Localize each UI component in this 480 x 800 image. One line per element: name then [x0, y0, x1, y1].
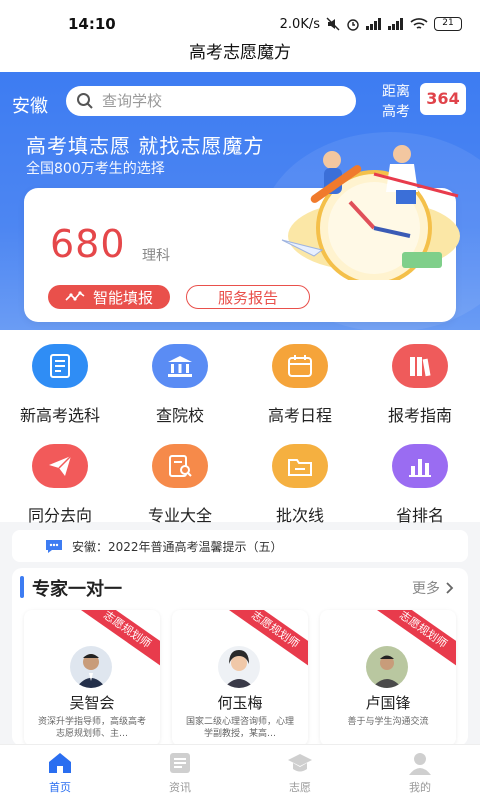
search-icon [77, 93, 93, 109]
expert-desc: 善于与学生沟通交流 [347, 717, 429, 727]
grid-label: 新高考选科 [19, 406, 100, 425]
mute-icon [326, 17, 340, 31]
battery-icon: 21 [434, 17, 462, 31]
expert-card[interactable]: 志愿规划师 吴智会 资深升学指导师，高级高考志愿规划师、主… [24, 610, 160, 746]
graduation-cap-icon [288, 754, 312, 772]
alarm-icon [347, 19, 359, 31]
grid-label: 查院校 [155, 406, 204, 425]
experts-title: 专家一对一 [32, 579, 122, 600]
students-clock-illustration [281, 145, 460, 280]
avatar [218, 646, 260, 688]
grid-item-application-guide[interactable]: 报考指南 [360, 344, 480, 426]
service-report-button[interactable]: 服务报告 [186, 285, 310, 309]
score-subject[interactable]: 理科 [142, 245, 170, 265]
news-icon [170, 753, 190, 773]
experts-section: 专家一对一 更多 志愿规划师 吴智会 资深升学指导师，高级高考志愿规划师、主… … [12, 568, 468, 746]
status-time: 14:10 [68, 15, 116, 33]
smart-fill-button[interactable]: 智能填报 [48, 285, 170, 309]
document-icon [32, 344, 88, 388]
expert-name: 吴智会 [69, 694, 115, 712]
grid-label: 高考日程 [267, 406, 332, 425]
expert-card[interactable]: 志愿规划师 何玉梅 国家二级心理咨询师，心理学副教授，某高… [172, 610, 308, 746]
region-selector[interactable]: 安徽 [12, 92, 48, 118]
calendar-icon [272, 344, 328, 388]
hero-slogan: 高考填志愿 就找志愿魔方 [26, 134, 265, 158]
tab-label: 志愿 [289, 781, 311, 794]
folder-icon [272, 444, 328, 488]
signal-icon [366, 18, 381, 30]
bottom-tab-bar: 首页 资讯 志愿 我的 [0, 744, 480, 800]
search-doc-icon [152, 444, 208, 488]
home-icon [49, 753, 71, 773]
search-box[interactable] [66, 86, 356, 116]
grid-item-exam-schedule[interactable]: 高考日程 [240, 344, 360, 426]
expert-card[interactable]: 志愿规划师 卢国锋 善于与学生沟通交流 [320, 610, 456, 746]
tab-home[interactable]: 首页 [0, 745, 120, 800]
grid-label: 省排名 [395, 506, 444, 525]
status-indicators: 2.0K/s 21 [280, 17, 462, 32]
app-title: 高考志愿魔方 [0, 34, 480, 72]
tab-mine[interactable]: 我的 [360, 745, 480, 800]
message-icon [46, 540, 62, 553]
search-input[interactable] [102, 92, 342, 110]
trend-icon [65, 291, 85, 301]
books-icon [392, 344, 448, 388]
grid-label: 报考指南 [387, 406, 452, 425]
hero-sub-slogan: 全国800万考生的选择 [26, 161, 165, 177]
grid-label: 批次线 [275, 506, 324, 525]
grid-item-search-colleges[interactable]: 查院校 [120, 344, 240, 426]
bar-chart-icon [392, 444, 448, 488]
avatar [366, 646, 408, 688]
expert-desc: 资深升学指导师，高级高考志愿规划师、主… [37, 717, 146, 739]
paper-plane-icon [32, 444, 88, 488]
section-accent-bar [20, 576, 24, 598]
chevron-right-icon [446, 582, 454, 594]
countdown-label: 距离高考 [382, 84, 410, 120]
grid-item-same-score[interactable]: 同分去向 [0, 444, 120, 526]
tab-label: 资讯 [169, 781, 191, 794]
feature-grid: 新高考选科 查院校 高考日程 报考指南 同分去向 专业大全 批次线 省排名 [0, 330, 480, 525]
more-experts-link[interactable]: 更多 [412, 578, 454, 598]
tab-volunteer[interactable]: 志愿 [240, 745, 360, 800]
signal-icon-2 [388, 18, 403, 30]
notice-text: 安徽：2022年普通高考温馨提示（五） [72, 539, 283, 554]
grid-item-new-gaokao-subjects[interactable]: 新高考选科 [0, 344, 120, 426]
avatar [70, 646, 112, 688]
expert-name: 何玉梅 [217, 694, 263, 712]
grid-item-majors[interactable]: 专业大全 [120, 444, 240, 526]
grid-item-batch-line[interactable]: 批次线 [240, 444, 360, 526]
network-speed: 2.0K/s [279, 16, 320, 32]
expert-name: 卢国锋 [365, 694, 411, 712]
notice-bar[interactable]: 安徽：2022年普通高考温馨提示（五） [12, 530, 468, 562]
tab-label: 首页 [49, 781, 71, 794]
tab-news[interactable]: 资讯 [120, 745, 240, 800]
grid-label: 专业大全 [147, 506, 212, 525]
more-label: 更多 [412, 581, 440, 597]
grid-item-province-rank[interactable]: 省排名 [360, 444, 480, 526]
user-icon [409, 753, 431, 775]
tab-label: 我的 [409, 781, 431, 794]
score-value[interactable]: 680 [50, 222, 126, 266]
grid-label: 同分去向 [27, 506, 92, 525]
countdown-days: 364 [420, 83, 466, 115]
building-icon [152, 344, 208, 388]
expert-desc: 国家二级心理咨询师，心理学副教授，某高… [185, 717, 294, 739]
wifi-icon [410, 17, 428, 29]
smart-fill-label: 智能填报 [92, 288, 153, 307]
